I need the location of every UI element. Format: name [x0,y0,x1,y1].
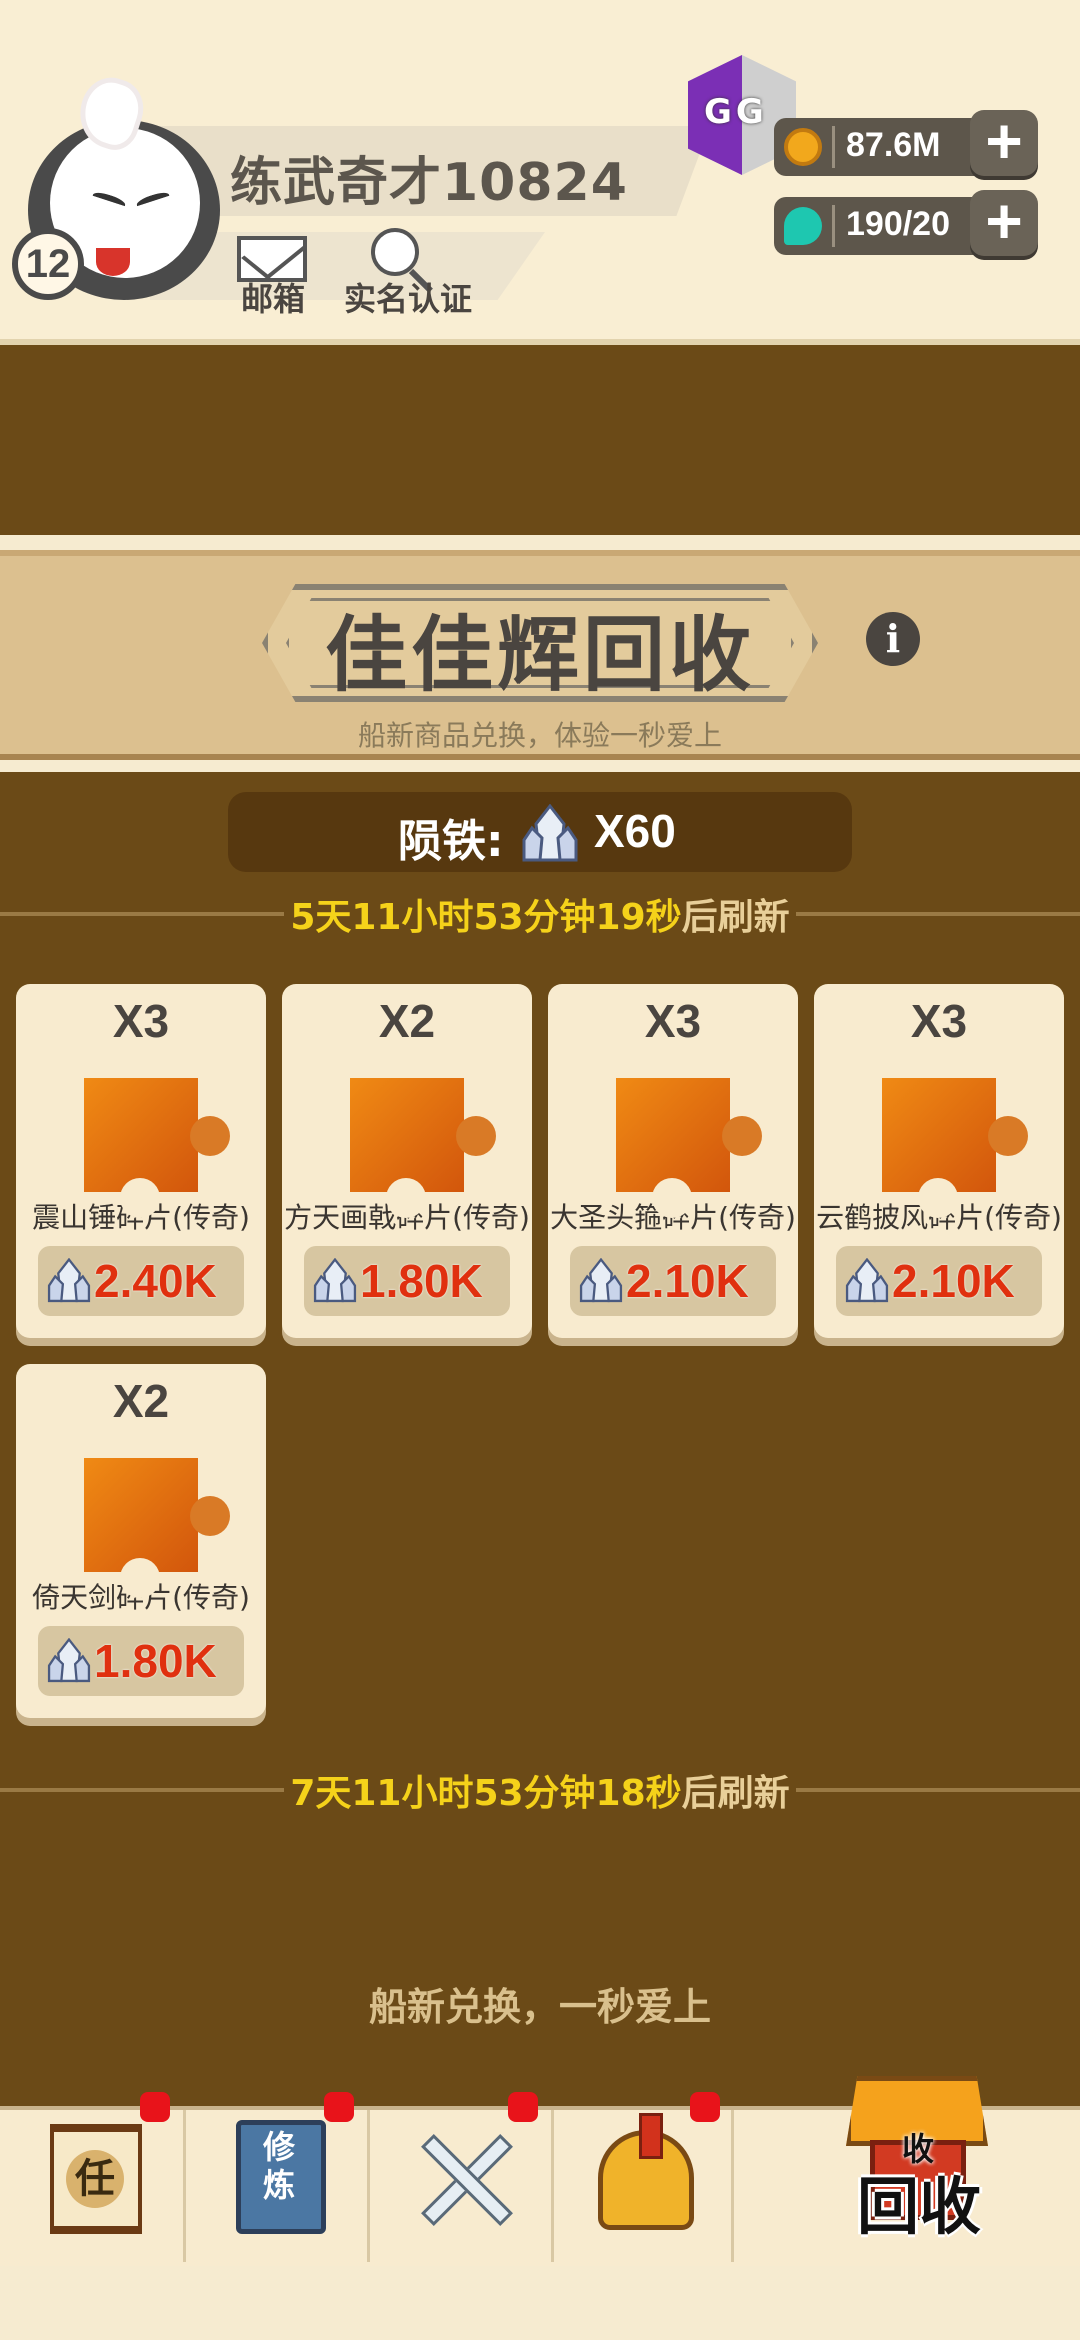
exchange-price[interactable]: 1.80K [304,1246,510,1316]
gold-value: 87.6M [846,126,941,164]
verify-button[interactable]: 实名认证 [333,228,483,320]
exchange-price[interactable]: 1.80K [38,1626,244,1696]
mail-button[interactable]: 邮箱 [213,234,333,320]
crystal-icon [47,1638,91,1683]
refresh-suffix: 后刷新 [681,897,790,938]
item-price: 1.80K [360,1255,483,1307]
avatar-tongue [96,248,130,276]
banner-spacer [0,345,1080,535]
item-quantity: X3 [112,995,170,1047]
recycle-label: 回收 [856,2170,981,2243]
footer-message: 船新兑换，一秒爱上 [368,1985,711,2029]
item-price: 2.10K [892,1255,1015,1307]
item-quantity: X2 [112,1375,170,1427]
sword-icon [84,1458,230,1598]
training-glyph: 修炼 [262,2128,295,2204]
crossed-swords-icon [410,2124,520,2234]
player-name: 练武奇才10824 [230,153,628,213]
item-card[interactable]: X2倚天剑碎片(传奇)1.80K [16,1364,266,1718]
refresh-suffix: 后刷新 [681,1773,790,1814]
gem-icon [784,207,822,245]
coin-icon [784,128,822,166]
headband-icon [616,1078,762,1218]
crystal-icon [579,1258,623,1303]
verify-label: 实名认证 [343,280,472,318]
level-badge: 12 [12,228,84,300]
item-card[interactable]: X3震山锤碎片(传奇)2.40K [16,984,266,1338]
refresh-time: 5天11小时53分钟19秒 [290,897,682,938]
refresh-timer-2: 7天11小时53分钟18秒后刷新 [0,1764,1080,1816]
crystal-icon [845,1258,889,1303]
page-title: 佳佳辉回收 [324,608,755,703]
item-quantity: X2 [378,995,436,1047]
refresh-timer-1: 5天11小时53分钟19秒后刷新 [0,888,1080,940]
item-quantity: X3 [910,995,968,1047]
meteor-label: 陨铁: [398,816,504,867]
meteor-count: X60 [594,805,676,857]
gg-text: GG [704,92,768,132]
notification-dot [140,2092,170,2122]
item-card[interactable]: X3云鹤披风碎片(传奇)2.10K [814,984,1064,1338]
gem-value: 190/20 [846,205,950,243]
halberd-icon [350,1078,496,1218]
magnifier-icon [371,228,419,276]
exchange-price[interactable]: 2.40K [38,1246,244,1316]
exchange-price[interactable]: 2.10K [836,1246,1042,1316]
item-price: 2.40K [94,1255,217,1307]
item-price: 2.10K [626,1255,749,1307]
mail-label: 邮箱 [240,280,305,318]
helmet-icon [598,2113,694,2230]
item-card[interactable]: X3大圣头箍碎片(传奇)2.10K [548,984,798,1338]
refresh-time: 7天11小时53分钟18秒 [290,1773,682,1814]
exchange-price[interactable]: 2.10K [570,1246,776,1316]
item-quantity: X3 [644,995,702,1047]
divider [832,205,835,247]
hammer-icon [84,1078,230,1218]
notification-dot [690,2092,720,2122]
crystal-icon [47,1258,91,1303]
task-glyph: 任 [66,2150,124,2208]
item-card[interactable]: X2方天画戟碎片(传奇)1.80K [282,984,532,1338]
page-subtitle: 船新商品兑换，体验一秒爱上 [357,719,722,752]
item-price: 1.80K [94,1635,217,1687]
divider [832,126,835,168]
notification-dot [508,2092,538,2122]
crystal-icon [313,1258,357,1303]
cloak-icon [882,1078,1028,1218]
add-gold-button[interactable]: + [970,109,1038,176]
info-button[interactable]: i [866,612,920,666]
notification-dot [324,2092,354,2122]
crystal-icon [522,804,578,862]
add-gem-button[interactable]: + [970,189,1038,256]
system-bar [0,2266,1080,2340]
